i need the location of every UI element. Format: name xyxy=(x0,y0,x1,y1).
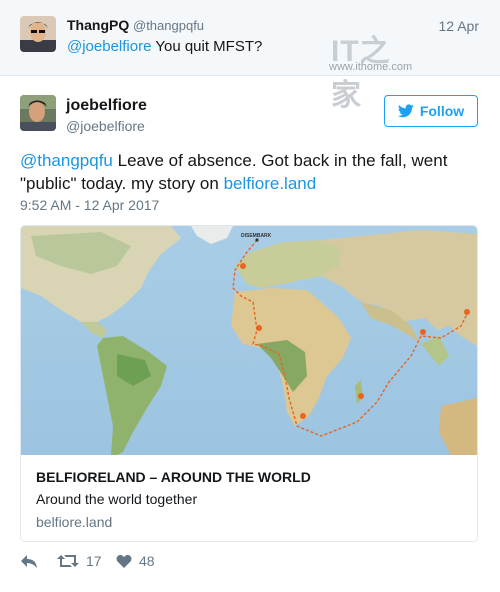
map-label: DISEMBARK xyxy=(241,233,272,239)
follow-button[interactable]: Follow xyxy=(384,95,478,127)
like-button[interactable]: 48 xyxy=(116,553,155,569)
parent-author-name[interactable]: ThangPQ xyxy=(67,17,129,33)
tweet-actions: 17 48 xyxy=(20,553,320,575)
author-avatar[interactable] xyxy=(20,95,56,131)
twitter-bird-icon xyxy=(397,104,414,118)
parent-tweet-date[interactable]: 12 Apr xyxy=(439,18,479,34)
tweet-timestamp[interactable]: 9:52 AM - 12 Apr 2017 xyxy=(20,197,159,213)
retweet-count: 17 xyxy=(86,553,102,569)
parent-avatar[interactable] xyxy=(20,16,56,52)
author-handle[interactable]: @joebelfiore xyxy=(66,118,145,134)
reply-button[interactable] xyxy=(20,553,38,569)
tweet-text: @thangpqfu Leave of absence. Got back in… xyxy=(20,149,480,195)
card-description: Around the world together xyxy=(36,491,198,507)
author-name[interactable]: joebelfiore xyxy=(66,97,147,115)
parent-author-handle[interactable]: @thangpqfu xyxy=(133,18,204,33)
watermark-site: www.ithome.com xyxy=(329,61,413,73)
ithome-watermark: IT之家 www.ithome.com xyxy=(329,26,419,112)
parent-tweet-text: @joebelfiore You quit MFST? xyxy=(67,38,262,55)
follow-label: Follow xyxy=(419,103,465,119)
like-count: 48 xyxy=(139,553,155,569)
card-domain[interactable]: belfiore.land xyxy=(36,514,112,530)
story-link[interactable]: belfiore.land xyxy=(224,174,317,193)
retweet-button[interactable]: 17 xyxy=(57,553,102,569)
mention-link[interactable]: @thangpqfu xyxy=(20,151,113,170)
reply-icon xyxy=(21,555,37,568)
heart-icon xyxy=(116,554,132,568)
link-card[interactable]: DISEMBARK BELFIORELAND – AROUND THE WORL… xyxy=(20,225,478,542)
tweet-text-line1: Leave of absence. Got back in the fall, … xyxy=(112,151,448,170)
parent-mention-link[interactable]: @joebelfiore xyxy=(67,38,151,55)
tweet-text-line2: "public" today. my story on xyxy=(20,174,224,193)
world-map-image[interactable]: DISEMBARK xyxy=(21,226,477,455)
card-title[interactable]: BELFIORELAND – AROUND THE WORLD xyxy=(36,469,311,485)
retweet-icon xyxy=(57,555,79,567)
parent-tweet[interactable]: ThangPQ @thangpqfu 12 Apr @joebelfiore Y… xyxy=(0,0,500,112)
parent-tweet-body: You quit MFST? xyxy=(151,38,263,55)
